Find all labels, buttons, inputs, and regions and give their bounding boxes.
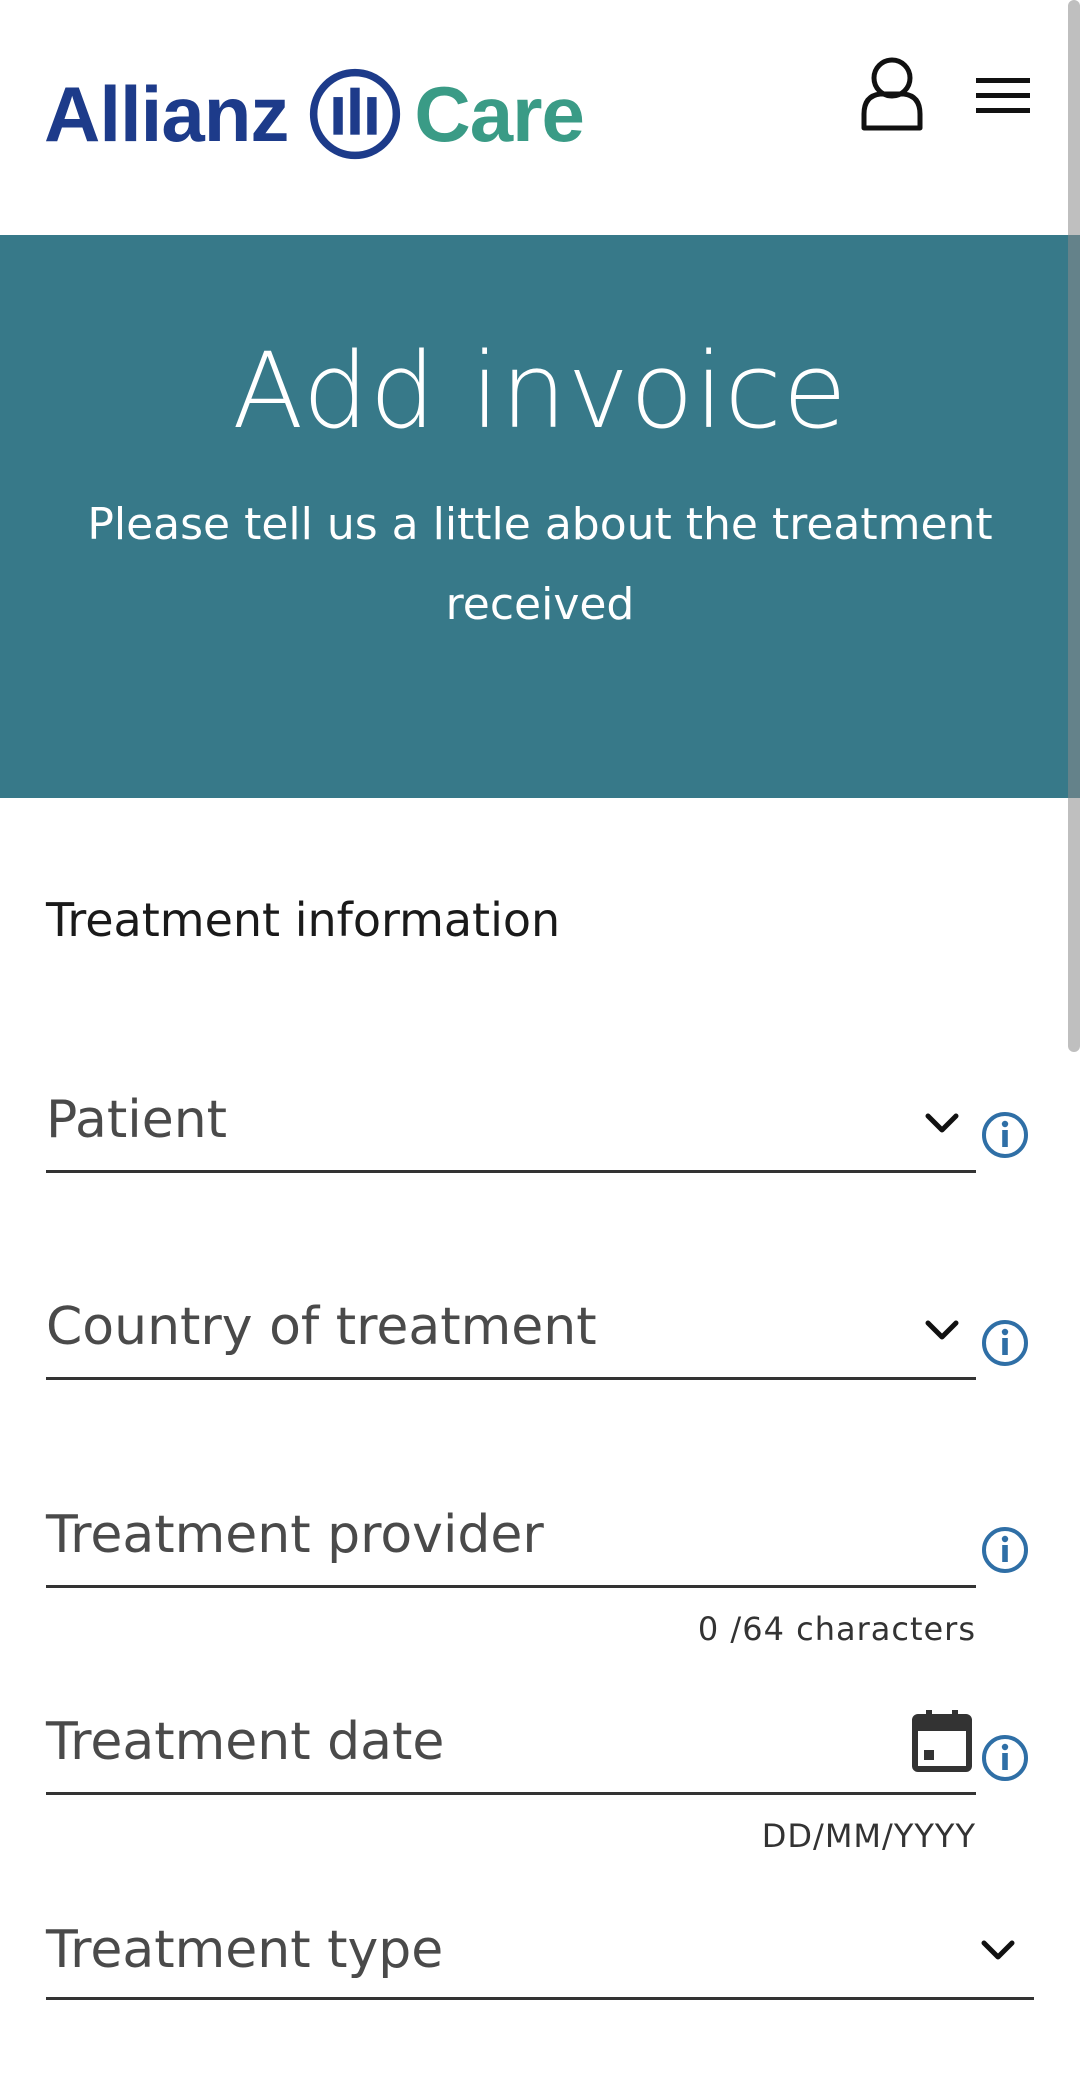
- treatment-date-input[interactable]: Treatment date: [46, 1707, 976, 1797]
- page-subtitle: Please tell us a little about the treatm…: [87, 499, 993, 630]
- calendar-icon[interactable]: [912, 1710, 972, 1772]
- page-scrollbar[interactable]: [1068, 0, 1080, 1052]
- country-underline: [46, 1377, 976, 1380]
- treatment-provider-input[interactable]: Treatment provider: [46, 1500, 976, 1590]
- provider-underline: [46, 1585, 976, 1588]
- treatment-type-underline: [46, 1997, 1034, 2000]
- country-select[interactable]: Country of treatment: [46, 1292, 976, 1382]
- date-format-hint: DD/MM/YYYY: [761, 1817, 976, 1855]
- allianz-care-logo[interactable]: Allianz Care: [44, 64, 585, 164]
- chevron-down-icon: [925, 1113, 959, 1133]
- allianz-eagle-logo-icon: [310, 68, 401, 160]
- patient-info-icon[interactable]: [980, 1110, 1030, 1160]
- page-title: Add invoice: [232, 330, 848, 452]
- date-placeholder: Treatment date: [46, 1712, 445, 1772]
- chevron-down-icon: [981, 1940, 1015, 1960]
- treatment-type-placeholder: Treatment type: [46, 1920, 444, 1980]
- date-info-icon[interactable]: [980, 1733, 1030, 1783]
- treatment-type-select[interactable]: Treatment type: [46, 1915, 1034, 2005]
- hamburger-menu-icon[interactable]: [976, 76, 1030, 116]
- app-header: Allianz Care: [0, 0, 1080, 235]
- provider-placeholder: Treatment provider: [46, 1505, 544, 1565]
- page-banner: Add invoice Please tell us a little abou…: [0, 235, 1080, 798]
- user-icon[interactable]: [860, 56, 924, 132]
- patient-underline: [46, 1170, 976, 1173]
- brand-name: Allianz: [44, 69, 289, 158]
- patient-select[interactable]: Patient: [46, 1085, 976, 1175]
- provider-character-counter: 0 /64 characters: [697, 1610, 976, 1648]
- chevron-down-icon: [925, 1320, 959, 1340]
- country-info-icon[interactable]: [980, 1318, 1030, 1368]
- country-placeholder: Country of treatment: [46, 1297, 597, 1357]
- brand-product: Care: [414, 69, 584, 158]
- patient-placeholder: Patient: [46, 1090, 228, 1150]
- section-title: Treatment information: [46, 893, 561, 947]
- provider-info-icon[interactable]: [980, 1525, 1030, 1575]
- date-underline: [46, 1792, 976, 1795]
